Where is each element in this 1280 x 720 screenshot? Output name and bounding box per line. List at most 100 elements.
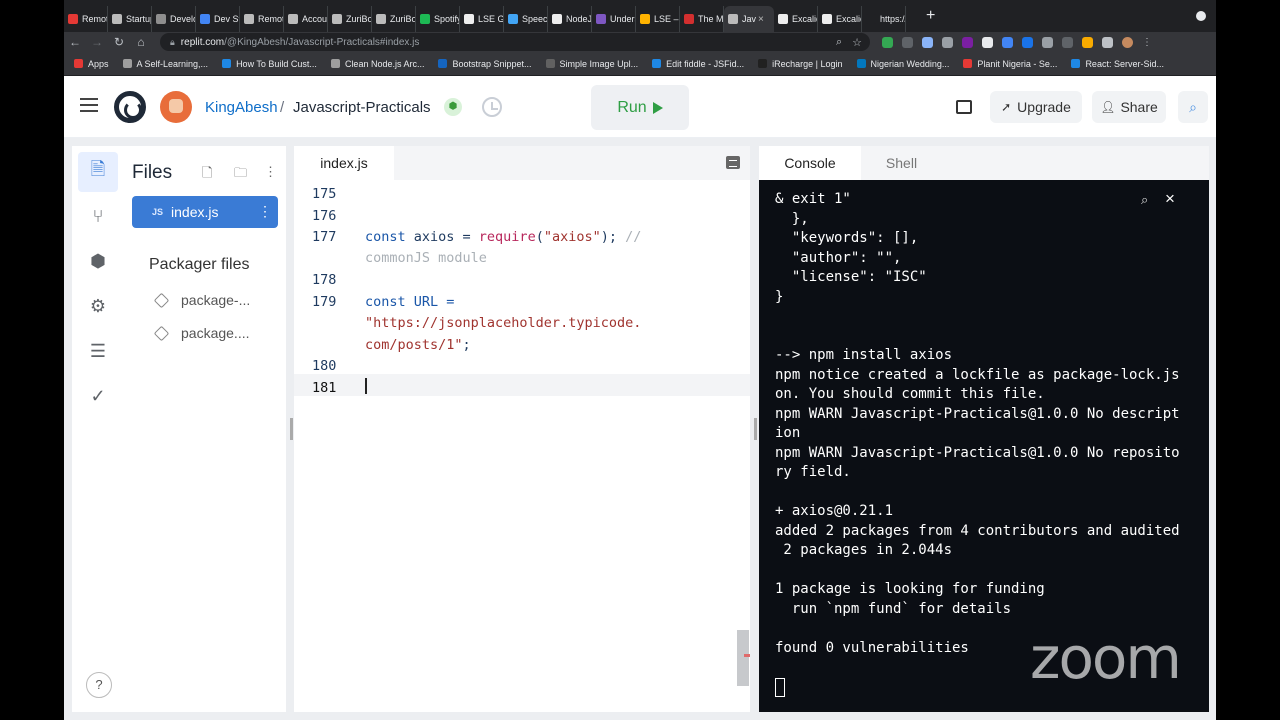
new-tab-icon[interactable]: + xyxy=(926,7,935,25)
replit-logo[interactable] xyxy=(114,91,146,123)
url-path: /@KingAbesh/Javascript-Practicals#index.… xyxy=(224,36,420,48)
bookmark-item[interactable]: How To Build Cust... xyxy=(222,59,317,69)
database-icon[interactable]: ☰ xyxy=(78,331,118,371)
bookmark-item[interactable]: Clean Node.js Arc... xyxy=(330,59,424,69)
browser-tab[interactable]: SpeechN xyxy=(504,6,548,32)
share-button[interactable]: 👤︎ Share xyxy=(1092,91,1166,123)
file-menu-icon[interactable]: ⋮ xyxy=(258,203,272,220)
editor-scrollbar[interactable] xyxy=(737,630,749,686)
browser-tab[interactable]: Unders xyxy=(592,6,636,32)
browser-tab[interactable]: Startup xyxy=(108,6,152,32)
browser-tab[interactable]: ZuriBo xyxy=(328,6,372,32)
settings-gear-icon[interactable]: ⚙ xyxy=(78,286,118,326)
close-icon[interactable]: × xyxy=(1165,189,1175,209)
extension-icon[interactable] xyxy=(982,36,993,48)
history-icon[interactable] xyxy=(482,97,502,117)
extension-icon[interactable] xyxy=(962,36,973,48)
forward-icon[interactable]: → xyxy=(86,35,108,49)
bookmark-item[interactable]: iRecharge | Login xyxy=(758,59,843,69)
browser-tab[interactable]: Remote xyxy=(240,6,284,32)
version-control-icon[interactable]: ⑂ xyxy=(78,196,118,236)
kebab-menu-icon[interactable]: ⋮ xyxy=(1142,37,1153,48)
extension-icon[interactable] xyxy=(882,36,893,48)
tab-index-js[interactable]: index.js xyxy=(294,146,394,180)
panel-resize-handle[interactable] xyxy=(290,418,293,440)
back-icon[interactable]: ← xyxy=(64,35,86,49)
bookmark-star-icon[interactable]: ☆ xyxy=(852,36,862,49)
bookmark-item[interactable]: Bootstrap Snippet... xyxy=(438,59,532,69)
extension-icon[interactable] xyxy=(902,36,913,48)
extension-icon[interactable] xyxy=(1042,36,1053,48)
tab-favicon-icon xyxy=(640,14,650,24)
hamburger-menu-icon[interactable] xyxy=(80,98,98,112)
file-item-index-js[interactable]: JS index.js ⋮ xyxy=(132,196,278,228)
user-avatar[interactable] xyxy=(160,91,192,123)
browser-tab[interactable]: Excalid xyxy=(818,6,862,32)
checkmark-icon[interactable]: ✓ xyxy=(78,376,118,416)
browser-tab[interactable]: Dev St xyxy=(196,6,240,32)
bookmark-item[interactable]: Apps xyxy=(74,59,109,69)
help-icon[interactable]: ? xyxy=(86,672,112,698)
bookmark-icon xyxy=(74,59,83,68)
tab-favicon-icon xyxy=(112,14,122,24)
address-bar[interactable]: 🔒︎ replit.com/@KingAbesh/Javascript-Prac… xyxy=(160,33,870,51)
browser-tab-strip: Remote Startup Develo Dev St Remote Accoun Zur… xyxy=(64,0,1216,32)
puzzle-icon[interactable] xyxy=(1102,36,1113,48)
bookmark-item[interactable]: Simple Image Upl... xyxy=(545,59,638,69)
new-folder-icon[interactable]: 🗀 xyxy=(234,164,247,186)
repl-name[interactable]: Javascript-Practicals xyxy=(293,99,431,116)
browser-tab[interactable]: LSE Ge xyxy=(460,6,504,32)
code-editor[interactable]: index.js 175 176 177 const axios = requi… xyxy=(294,146,750,712)
packages-icon[interactable]: ⬢ xyxy=(78,241,118,281)
profile-menu-icon[interactable] xyxy=(1196,11,1206,21)
profile-avatar-icon[interactable] xyxy=(1122,36,1133,48)
bookmark-item[interactable]: Edit fiddle - JSFid... xyxy=(652,59,744,69)
run-button[interactable]: Run xyxy=(591,85,689,130)
extension-icon[interactable] xyxy=(942,36,953,48)
home-icon[interactable]: ⌂ xyxy=(130,35,152,49)
tab-favicon-icon xyxy=(464,14,474,24)
tab-console[interactable]: Console xyxy=(759,146,861,180)
browser-tab[interactable]: Develo xyxy=(152,6,196,32)
new-file-icon[interactable]: 🗋 xyxy=(202,164,212,186)
packager-file-item[interactable]: package-... xyxy=(153,292,250,308)
reload-icon[interactable]: ↻ xyxy=(108,35,130,49)
line-number: 175 xyxy=(312,186,337,202)
tab-label: LSE Ge xyxy=(478,14,504,24)
browser-tab[interactable]: LSE – F xyxy=(636,6,680,32)
search-icon[interactable]: ⌕ xyxy=(1141,192,1148,208)
panel-resize-handle[interactable] xyxy=(754,418,757,440)
upgrade-button[interactable]: ➚ Upgrade xyxy=(990,91,1082,123)
extension-icon[interactable] xyxy=(1062,36,1073,48)
files-icon[interactable]: 🗎 xyxy=(78,152,118,192)
code-line: const axios = require("axios"); // xyxy=(365,229,641,245)
browser-tab[interactable]: ZuriBo xyxy=(372,6,416,32)
bookmark-item[interactable]: Nigerian Wedding... xyxy=(856,59,949,69)
extension-icon[interactable] xyxy=(922,36,933,48)
code-line-wrap: commonJS module xyxy=(365,250,487,266)
bookmark-item[interactable]: A Self-Learning,... xyxy=(122,59,208,69)
browser-tab[interactable]: Excalid xyxy=(774,6,818,32)
extension-icon[interactable] xyxy=(1022,36,1033,48)
browser-tab[interactable]: Spotify xyxy=(416,6,460,32)
tab-close-icon[interactable]: × xyxy=(758,14,764,25)
browser-tab[interactable]: The Mo xyxy=(680,6,724,32)
packager-file-item[interactable]: package.... xyxy=(153,325,250,341)
user-link[interactable]: KingAbesh xyxy=(205,99,278,116)
chat-icon[interactable] xyxy=(956,100,972,114)
browser-tab[interactable]: NodeJ xyxy=(548,6,592,32)
browser-tab[interactable]: Accoun xyxy=(284,6,328,32)
files-menu-icon[interactable]: ⋮ xyxy=(264,164,277,180)
extension-icon[interactable] xyxy=(1082,36,1093,48)
browser-tab[interactable]: Remote xyxy=(64,6,108,32)
zoom-lens-icon[interactable]: ⌕ xyxy=(836,36,842,49)
editor-menu-icon[interactable] xyxy=(726,156,740,169)
bookmark-item[interactable]: React: Server-Sid... xyxy=(1071,59,1164,69)
bookmark-item[interactable]: Planit Nigeria - Se... xyxy=(963,59,1057,69)
extension-icon[interactable] xyxy=(1002,36,1013,48)
tab-label: Accoun xyxy=(302,14,328,24)
tab-shell[interactable]: Shell xyxy=(859,146,944,180)
browser-tab[interactable]: Jav × xyxy=(724,6,774,32)
search-icon[interactable]: ⌕ xyxy=(1178,91,1208,123)
browser-tab[interactable]: https:// xyxy=(862,6,906,32)
